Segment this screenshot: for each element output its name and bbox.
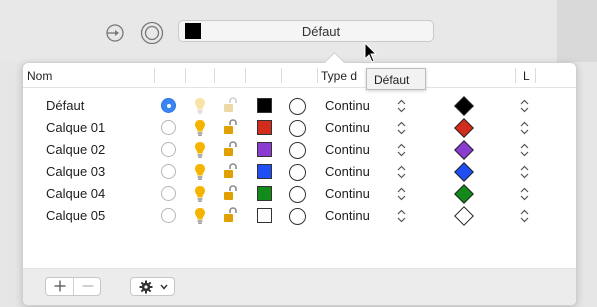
layer-name[interactable]: Calque 03 — [46, 164, 105, 179]
popover-footer — [23, 268, 576, 305]
set-current-layer-button[interactable] — [105, 23, 125, 43]
lineweight-circle[interactable] — [289, 186, 306, 203]
toolbar: Défaut — [0, 0, 597, 62]
layer-select[interactable]: Défaut — [178, 20, 434, 42]
diamond-swatch[interactable] — [454, 118, 474, 138]
lightbulb-icon[interactable] — [194, 163, 206, 181]
header-linetype[interactable]: Type d — [321, 69, 357, 83]
linetype-label[interactable]: Continu — [325, 120, 370, 135]
updown-chevron-icon[interactable] — [397, 209, 406, 223]
layer-name[interactable]: Calque 04 — [46, 186, 105, 201]
updown-chevron-icon[interactable] — [397, 165, 406, 179]
layer-name[interactable]: Calque 05 — [46, 208, 105, 223]
layer-row[interactable]: Calque 03 Continu — [23, 161, 576, 183]
updown-chevron-icon[interactable] — [520, 99, 529, 113]
updown-chevron-icon[interactable] — [520, 143, 529, 157]
layer-name[interactable]: Calque 01 — [46, 120, 105, 135]
header-separator — [515, 68, 516, 83]
layer-select-name: Défaut — [301, 24, 341, 39]
diamond-swatch[interactable] — [454, 184, 474, 204]
remove-layer-button[interactable] — [74, 278, 101, 295]
header-separator — [154, 68, 155, 83]
linetype-label[interactable]: Continu — [325, 98, 370, 113]
lineweight-circle[interactable] — [289, 120, 306, 137]
updown-chevron-icon[interactable] — [520, 165, 529, 179]
updown-chevron-icon[interactable] — [397, 121, 406, 135]
unlock-icon[interactable] — [222, 97, 238, 115]
current-layer-radio[interactable] — [161, 208, 176, 223]
layer-row[interactable]: Défaut Continu — [23, 95, 576, 117]
linetype-label[interactable]: Continu — [325, 186, 370, 201]
linetype-label[interactable]: Continu — [325, 164, 370, 179]
current-layer-radio[interactable] — [161, 98, 176, 113]
lightbulb-icon[interactable] — [194, 119, 206, 137]
unlock-icon[interactable] — [222, 141, 238, 159]
current-layer-radio[interactable] — [161, 164, 176, 179]
linetype-label[interactable]: Continu — [325, 142, 370, 157]
layer-color-swatch[interactable] — [257, 98, 272, 113]
header-name[interactable]: Nom — [27, 69, 52, 83]
unlock-icon[interactable] — [222, 207, 238, 225]
updown-chevron-icon[interactable] — [397, 99, 406, 113]
layer-color-swatch[interactable] — [257, 208, 272, 223]
concentric-circles-icon — [140, 21, 164, 45]
lineweight-circle[interactable] — [289, 164, 306, 181]
add-layer-button[interactable] — [46, 278, 74, 295]
layer-state-button[interactable] — [140, 21, 164, 45]
unlock-icon[interactable] — [222, 163, 238, 181]
header-separator — [281, 68, 282, 83]
updown-chevron-icon[interactable] — [520, 187, 529, 201]
linetype-label[interactable]: Continu — [325, 208, 370, 223]
minus-icon — [82, 285, 93, 287]
lineweight-circle[interactable] — [289, 142, 306, 159]
name-tooltip: Défaut — [366, 68, 426, 90]
lightbulb-icon[interactable] — [194, 185, 206, 203]
layer-name[interactable]: Calque 02 — [46, 142, 105, 157]
lightbulb-icon[interactable] — [194, 97, 206, 115]
add-remove-control — [45, 277, 101, 296]
layer-color-swatch[interactable] — [257, 142, 272, 157]
current-layer-radio[interactable] — [161, 186, 176, 201]
toolbar-edge — [557, 0, 597, 62]
layer-name[interactable]: Défaut — [46, 98, 84, 113]
layer-color-swatch[interactable] — [257, 186, 272, 201]
header-separator — [245, 68, 246, 83]
diamond-swatch[interactable] — [454, 206, 474, 226]
layer-select-swatch — [185, 23, 201, 39]
target-arrow-icon — [106, 24, 124, 42]
chevron-down-icon — [160, 284, 168, 290]
lineweight-circle[interactable] — [289, 98, 306, 115]
layer-row[interactable]: Calque 04 Continu — [23, 183, 576, 205]
unlock-icon[interactable] — [222, 185, 238, 203]
actions-menu-button[interactable] — [130, 277, 175, 296]
layer-color-swatch[interactable] — [257, 164, 272, 179]
unlock-icon[interactable] — [222, 119, 238, 137]
gear-icon — [139, 280, 153, 294]
header-separator — [185, 68, 186, 83]
header-separator — [214, 68, 215, 83]
updown-chevron-icon[interactable] — [397, 187, 406, 201]
updown-chevron-icon[interactable] — [520, 121, 529, 135]
mouse-cursor-icon — [364, 42, 378, 63]
layer-color-swatch[interactable] — [257, 120, 272, 135]
diamond-swatch[interactable] — [454, 140, 474, 160]
updown-chevron-icon[interactable] — [520, 209, 529, 223]
layer-row[interactable]: Calque 02 Continu — [23, 139, 576, 161]
diamond-swatch[interactable] — [454, 162, 474, 182]
layer-row[interactable]: Calque 05 Continu — [23, 205, 576, 227]
header-separator — [535, 68, 536, 83]
current-layer-radio[interactable] — [161, 120, 176, 135]
plus-icon — [54, 280, 65, 292]
current-layer-radio[interactable] — [161, 142, 176, 157]
lineweight-circle[interactable] — [289, 208, 306, 225]
header-separator — [317, 68, 318, 83]
lightbulb-icon[interactable] — [194, 207, 206, 225]
layer-row[interactable]: Calque 01 Continu — [23, 117, 576, 139]
updown-chevron-icon[interactable] — [397, 143, 406, 157]
header-last[interactable]: L — [523, 69, 530, 83]
lightbulb-icon[interactable] — [194, 141, 206, 159]
table-header: Nom Type d L — [23, 63, 576, 88]
layers-popover: Nom Type d L Défaut Continu Calque 01 Co… — [22, 51, 577, 306]
diamond-swatch[interactable] — [454, 96, 474, 116]
